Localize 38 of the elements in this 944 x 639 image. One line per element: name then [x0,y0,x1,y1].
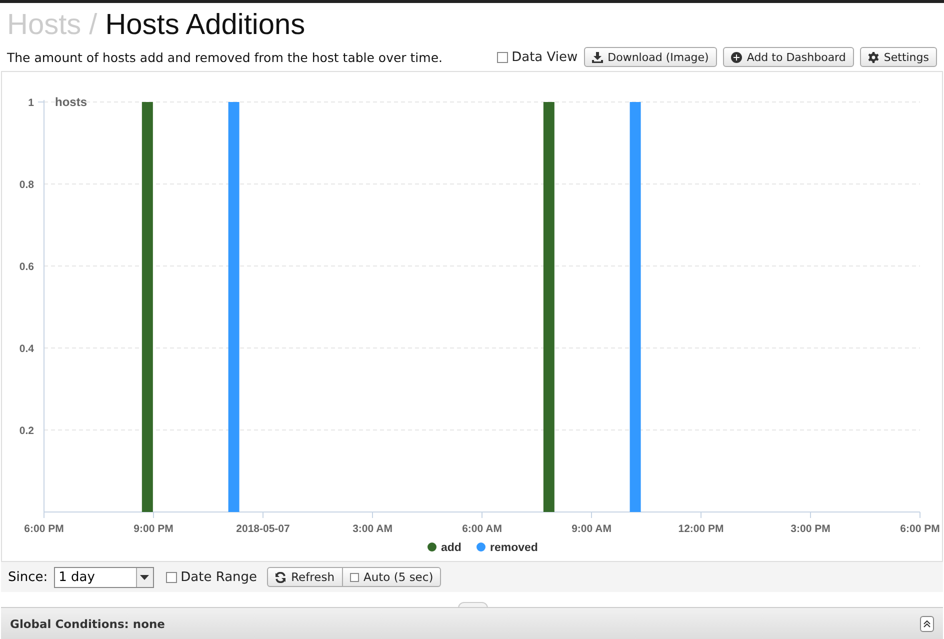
caret-icon [140,574,150,580]
axis-label: 2018-05-07 [236,523,290,535]
axis-label: 0.2 [19,425,34,437]
global-conditions-label: Global Conditions: none [10,616,165,630]
since-label: Since: [8,570,48,584]
refresh-icon [275,572,286,582]
axis-label: 0.6 [19,261,34,273]
legend-label[interactable]: removed [490,542,538,554]
axis-label: 9:00 PM [134,523,174,535]
axis-title: hosts [55,95,88,109]
axis-label: 6:00 AM [462,523,502,535]
axis-label: 0.8 [19,179,34,191]
legend-label[interactable]: add [441,542,462,554]
axis-label: 3:00 PM [790,523,830,535]
axis-label: 3:00 AM [352,523,392,535]
axis-label: 9:00 AM [572,523,612,535]
chart-description: The amount of hosts add and removed from the host table over time. [7,50,444,64]
since-dropdown[interactable]: 1 day [54,566,154,588]
settings-button[interactable]: Settings [860,47,937,67]
page-title: Hosts Additions [105,9,306,42]
download-icon [592,52,603,62]
axis-label: 6:00 PM [900,523,940,535]
refresh-button[interactable]: Refresh [267,567,342,587]
axis-label: 6:00 PM [24,523,64,535]
checkbox-label: Data View [512,50,578,64]
gear-icon [868,52,879,62]
checkbox-label: Date Range [180,570,258,584]
axis-label: 12:00 PM [678,523,724,535]
breadcrumb-separator: / [89,9,98,42]
download-button[interactable]: Download (Image) [584,47,717,67]
collapse-icon[interactable] [920,616,934,632]
axis-label: 1 [28,97,34,109]
date-range-checkbox[interactable] [166,572,177,582]
auto-refresh-toggle[interactable]: Auto (5 sec) [342,567,442,587]
plus-circle-icon [730,52,742,62]
axis-label: 0.4 [19,343,34,355]
data-view-checkbox[interactable] [496,52,508,62]
add-button[interactable]: Add to Dashboard [722,47,854,67]
